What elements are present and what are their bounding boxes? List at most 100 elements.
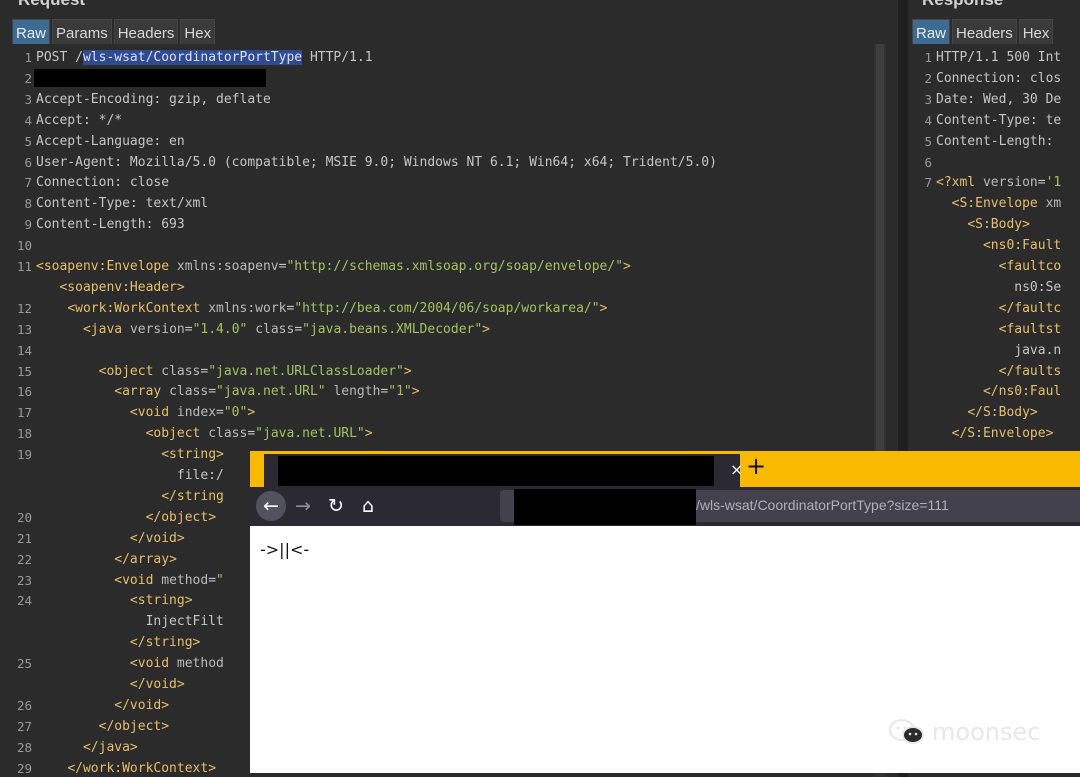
- browser-tab-bar: × +: [250, 451, 1080, 487]
- line-number: 27: [16, 718, 32, 734]
- code-line: </object>: [145, 509, 217, 525]
- tab-raw[interactable]: Raw: [912, 19, 951, 45]
- line-number: 21: [16, 530, 32, 546]
- line-number: 17: [16, 405, 32, 421]
- line-number: 22: [16, 551, 32, 567]
- close-icon[interactable]: ×: [730, 460, 743, 479]
- line-number: 19: [16, 447, 32, 463]
- line-number: 1: [924, 50, 932, 65]
- browser-tab[interactable]: ×: [264, 454, 743, 487]
- code-line: <void method=": [114, 572, 224, 588]
- line-number: 5: [24, 133, 32, 149]
- response-tabs: Raw Headers Hex: [912, 19, 1055, 45]
- tab-params[interactable]: Params: [52, 19, 112, 45]
- code-line: <soapenv:Envelope xmlns:soapenv="http://…: [36, 259, 631, 274]
- code-line: Connection: clos: [936, 70, 1062, 86]
- back-icon[interactable]: ←: [256, 491, 286, 521]
- line-number: 20: [16, 509, 32, 525]
- redaction-box: [34, 69, 266, 87]
- code-line: <string>: [161, 447, 224, 463]
- code-line: </void>: [114, 697, 170, 713]
- line-number: 8: [24, 196, 32, 212]
- code-line: </void>: [129, 530, 185, 546]
- reload-icon[interactable]: ↻: [321, 491, 351, 521]
- code-line: Content-Type: text/xml: [36, 196, 209, 212]
- code-line: <string>: [129, 593, 193, 609]
- line-number: 3: [24, 91, 32, 107]
- watermark: moonsec: [888, 718, 1040, 746]
- tab-hex[interactable]: Hex: [180, 19, 216, 45]
- forward-icon[interactable]: →: [288, 491, 318, 521]
- line-number: 11: [16, 259, 32, 274]
- code-line: </faultc: [998, 300, 1062, 316]
- line-number: 2: [24, 70, 32, 86]
- code-line: Connection: close: [36, 175, 170, 191]
- code-line: <faultco: [998, 259, 1062, 274]
- line-number: 25: [16, 656, 32, 672]
- code-line: <S:Body>: [967, 217, 1030, 233]
- page-text: ->||<-: [260, 540, 310, 559]
- address-bar[interactable]: /wls-wsat/CoordinatorPortType?size=111: [500, 489, 1080, 525]
- code-line: <void method: [129, 656, 224, 672]
- code-line: <void index="0">: [129, 405, 256, 421]
- code-line: <soapenv:Header>: [59, 279, 185, 295]
- code-line: Content-Type: te: [936, 112, 1062, 128]
- tab-raw[interactable]: Raw: [12, 19, 51, 45]
- code-line: POST /wls-wsat/CoordinatorPortType HTTP/…: [36, 50, 373, 65]
- line-number: 18: [16, 426, 32, 442]
- code-line: <S:Envelope xm: [951, 196, 1062, 212]
- line-number: 28: [16, 739, 32, 755]
- code-line: <java version="1.4.0" class="java.beans.…: [82, 321, 490, 337]
- line-number: 14: [16, 342, 32, 358]
- line-number: 9: [24, 217, 32, 233]
- line-number: 16: [16, 384, 32, 400]
- line-number: 24: [16, 593, 32, 609]
- code-line: <faultst: [998, 321, 1062, 337]
- wechat-icon: [889, 719, 924, 744]
- code-line: Content-Length: 693: [36, 217, 185, 233]
- code-line: User-Agent: Mozilla/5.0 (compatible; MSI…: [36, 154, 717, 170]
- watermark-text: moonsec: [932, 718, 1041, 746]
- browser-toolbar: ← → ↻ ⌂ /wls-wsat/CoordinatorPortType?si…: [250, 487, 1080, 526]
- tab-headers[interactable]: Headers: [952, 19, 1017, 45]
- code-line: </string: [161, 488, 224, 504]
- line-number: 12: [16, 300, 32, 316]
- code-line: InjectFilt: [36, 614, 224, 630]
- code-line: <?xml version='1: [936, 175, 1062, 191]
- code-line: </faults: [998, 363, 1062, 379]
- line-number: 26: [16, 697, 32, 713]
- line-number: 10: [16, 238, 32, 254]
- code-line: <object class="java.net.URLClassLoader">: [98, 363, 412, 379]
- url-text[interactable]: /wls-wsat/CoordinatorPortType?size=111: [696, 497, 949, 513]
- code-line: HTTP/1.1 500 Int: [936, 50, 1062, 65]
- line-number: 4: [924, 112, 932, 128]
- line-number: 15: [16, 363, 32, 379]
- tab-headers[interactable]: Headers: [113, 19, 179, 45]
- home-icon[interactable]: ⌂: [353, 491, 383, 521]
- line-number: 4: [24, 112, 32, 128]
- code-line: Accept-Language: en: [36, 133, 185, 149]
- line-number: 6: [924, 154, 932, 170]
- code-line: </java>: [82, 739, 138, 755]
- line-number: 1: [24, 50, 32, 65]
- code-line: <work:WorkContext xmlns:work="http://bea…: [67, 300, 608, 316]
- line-number: 29: [16, 760, 32, 776]
- redaction-box: [278, 456, 714, 486]
- tab-hex[interactable]: Hex: [1018, 19, 1054, 45]
- code-line: </object>: [98, 718, 170, 734]
- code-line: </S:Envelope>: [951, 426, 1054, 442]
- code-line: Date: Wed, 30 De: [936, 91, 1062, 107]
- code-line: </S:Body>: [967, 405, 1038, 421]
- request-title: Request: [18, 0, 85, 10]
- new-tab-icon[interactable]: +: [746, 452, 766, 480]
- line-number: 13: [16, 321, 32, 337]
- line-number: 7: [24, 175, 32, 191]
- request-tabs: Raw Params Headers Hex: [12, 19, 217, 45]
- code-line: java.n: [936, 342, 1062, 358]
- code-line: Content-Length:: [936, 133, 1062, 149]
- code-line: </work:WorkContext>: [67, 760, 217, 776]
- code-line: <ns0:Fault: [982, 238, 1062, 254]
- line-number: 3: [924, 91, 932, 107]
- response-title: Response: [922, 0, 1003, 10]
- code-line: ns0:Se: [936, 279, 1062, 295]
